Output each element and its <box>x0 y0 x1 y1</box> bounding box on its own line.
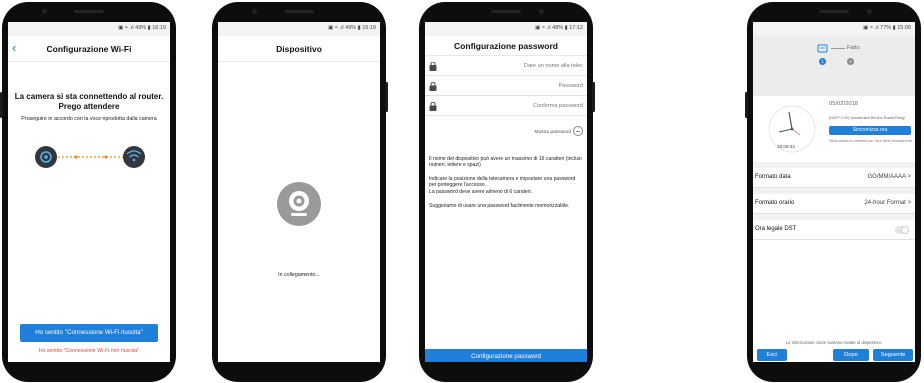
password-input[interactable]: Password <box>558 83 583 89</box>
volume-button <box>0 92 3 118</box>
step-header: Fatto 1 2 <box>753 36 915 96</box>
submit-password-button[interactable]: Configurazione password <box>425 349 587 362</box>
page-title: Configurazione Wi-Fi <box>46 44 132 54</box>
phone-device-connecting: ▣ ≈ .ıl 49% ▮ 16:19 Dispositivo In colle… <box>212 2 388 382</box>
wifi-success-button[interactable]: Ho sentito "Connessione Wi-Fi riuscita" <box>20 324 158 342</box>
wifi-failed-link[interactable]: Ho sentito "Connessione Wi-Fi non riusci… <box>8 348 170 354</box>
eye-icon <box>576 131 580 132</box>
sync-now-button[interactable]: Sincronizza ora <box>829 126 911 135</box>
date-format-value[interactable]: GG/MM/AAAA > <box>867 174 911 180</box>
later-button[interactable]: Dopo <box>833 349 869 361</box>
camera-name-icon <box>429 62 437 71</box>
show-password-toggle[interactable] <box>573 126 583 136</box>
front-camera <box>42 9 47 14</box>
status-text: ▣ ≈ .ıl 77% ▮ 15:09 <box>863 25 911 31</box>
dst-toggle[interactable] <box>895 226 909 234</box>
status-text: ▣ ≈ .ıl 49% ▮ 16:19 <box>118 25 166 31</box>
lock-icon <box>429 82 437 91</box>
nav-bar: Configurazione password <box>425 36 587 56</box>
status-text: ▣ ≈ .ıl 49% ▮ 16:19 <box>328 25 376 31</box>
heading-line-1: La camera si sta connettendo al router. <box>14 92 164 101</box>
phone-password-setup: ▣ ≈ .ıl 48% ▮ 17:12 Configurazione passw… <box>419 2 595 382</box>
password-field[interactable]: Password <box>425 78 587 96</box>
loading-text: In collegamento... <box>278 272 320 278</box>
info-suggestion: Suggeriamo di usare una password facilme… <box>429 203 570 209</box>
connecting-heading: La camera si sta connettendo al router. … <box>14 92 164 112</box>
info-position-password: Indicare la posizione della telecamera e… <box>429 176 576 189</box>
lock-icon <box>429 102 437 111</box>
front-camera <box>539 9 544 14</box>
screen-device: ▣ ≈ .ıl 49% ▮ 16:19 Dispositivo In colle… <box>218 22 380 362</box>
speaker-grille <box>819 10 849 13</box>
heading-line-2: Prego attendere <box>58 102 120 111</box>
timezone-text: (GMT+1:00) Amsterdam,Berlino,Roma,Parigi <box>829 116 905 120</box>
front-camera <box>867 9 872 14</box>
status-bar: ▣ ≈ .ıl 77% ▮ 15:09 <box>753 22 915 36</box>
toggle-knob <box>901 226 909 234</box>
confirm-password-field[interactable]: Conferma password <box>425 98 587 116</box>
time-format-row[interactable]: Formato orario 24-hour Format > <box>753 194 915 214</box>
time-format-value[interactable]: 24-hour Format > <box>864 200 911 206</box>
dst-label: Ora legale DST <box>755 226 797 232</box>
speaker-grille <box>491 10 521 13</box>
wifi-icon <box>123 146 145 168</box>
steps-icon <box>817 44 828 53</box>
show-password-label: Mostra password <box>534 130 571 135</box>
next-button[interactable]: Seguente <box>873 349 913 361</box>
status-bar: ▣ ≈ .ıl 49% ▮ 16:19 <box>218 22 380 36</box>
step-connector <box>831 48 845 49</box>
sync-note: Sincronizza la camera con l'ora dello sm… <box>829 139 912 143</box>
product-screenshots: ▣ ≈ .ıl 49% ▮ 16:19 ‹ Configurazione Wi-… <box>0 0 924 383</box>
clock-time: 15:09:32 <box>777 144 795 149</box>
footer-note: Le informazioni orarie saranno inviate a… <box>785 340 883 345</box>
date-format-row[interactable]: Formato data GG/MM/AAAA > <box>753 168 915 188</box>
status-text: ▣ ≈ .ıl 48% ▮ 17:12 <box>535 25 583 31</box>
page-title: Dispositivo <box>276 44 322 54</box>
volume-button <box>745 92 748 118</box>
exit-button[interactable]: Esci <box>757 349 787 361</box>
status-bar: ▣ ≈ .ıl 48% ▮ 17:12 <box>425 22 587 36</box>
camera-to-router-graphic <box>35 146 145 168</box>
webcam-icon <box>277 182 321 226</box>
speaker-grille <box>74 10 104 13</box>
power-button <box>385 82 388 112</box>
dst-row[interactable]: Ora legale DST <box>753 220 915 240</box>
instruction-text: Proseguire in accordo con la voce riprod… <box>21 116 157 122</box>
status-bar: ▣ ≈ .ıl 49% ▮ 16:19 <box>8 22 170 36</box>
power-button <box>592 82 595 112</box>
device-name-field[interactable]: Dare un nome alla telec <box>425 58 587 76</box>
screen-time-settings: ▣ ≈ .ıl 77% ▮ 15:09 Fatto 1 2 15:09:32 0… <box>753 22 915 362</box>
nav-bar: ‹ Configurazione Wi-Fi <box>8 36 170 62</box>
confirm-password-input[interactable]: Conferma password <box>533 103 583 109</box>
time-format-label: Formato orario <box>755 200 795 206</box>
current-date: 05/02/2018 <box>829 101 859 107</box>
screen-wifi-setup: ▣ ≈ .ıl 49% ▮ 16:19 ‹ Configurazione Wi-… <box>8 22 170 362</box>
date-format-label: Formato data <box>755 174 791 180</box>
phone-wifi-setup: ▣ ≈ .ıl 49% ▮ 16:19 ‹ Configurazione Wi-… <box>0 2 176 382</box>
nav-bar: Dispositivo <box>218 36 380 62</box>
screen-password: ▣ ≈ .ıl 48% ▮ 17:12 Configurazione passw… <box>425 22 587 362</box>
page-title: Configurazione password <box>454 41 558 51</box>
step-done-label: Fatto <box>847 45 860 51</box>
phone-time-settings: ▣ ≈ .ıl 77% ▮ 15:09 Fatto 1 2 15:09:32 0… <box>745 2 921 382</box>
info-password-length: La password deve avere almeno di 6 carat… <box>429 189 533 195</box>
step-2-badge: 2 <box>847 58 854 65</box>
speaker-grille <box>284 10 314 13</box>
device-name-input[interactable]: Dare un nome alla telec <box>524 63 583 69</box>
info-device-name: Il nome del dispositivo può avere un mas… <box>429 156 582 169</box>
front-camera <box>252 9 257 14</box>
step-1-badge: 1 <box>819 58 826 65</box>
